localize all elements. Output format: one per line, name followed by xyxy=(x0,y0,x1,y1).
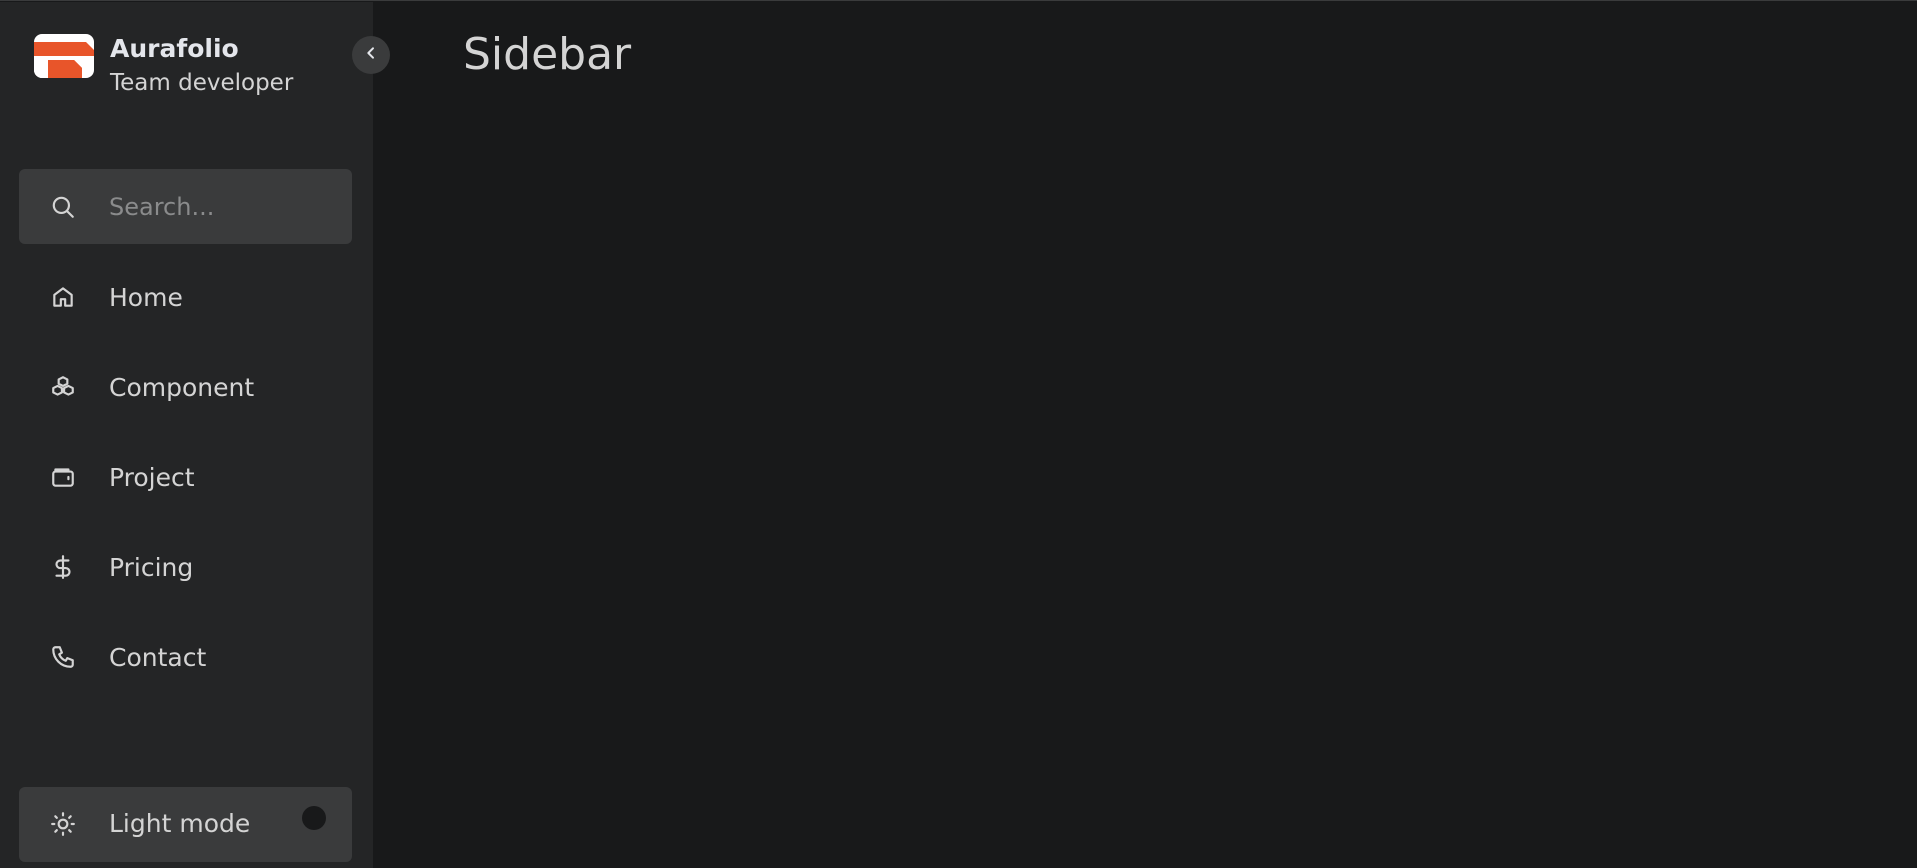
sidebar-item-pricing[interactable]: Pricing xyxy=(19,522,352,612)
brand-subtitle: Team developer xyxy=(110,70,294,96)
phone-icon xyxy=(50,644,76,670)
chevron-left-icon xyxy=(363,45,379,65)
sidebar-item-contact[interactable]: Contact xyxy=(19,612,352,702)
light-mode-toggle[interactable]: Light mode xyxy=(19,787,352,862)
mode-switch-knob xyxy=(302,806,326,830)
brand-name: Aurafolio xyxy=(110,34,239,63)
search-input[interactable] xyxy=(109,187,339,227)
collapse-sidebar-button[interactable] xyxy=(352,36,390,74)
home-icon xyxy=(50,284,76,310)
sidebar-item-label: Pricing xyxy=(109,552,194,582)
sidebar: Aurafolio Team developer Home xyxy=(0,2,373,868)
light-mode-label: Light mode xyxy=(109,809,251,838)
sidebar-item-label: Project xyxy=(109,462,195,492)
sidebar-item-label: Home xyxy=(109,282,183,312)
sidebar-item-home[interactable]: Home xyxy=(19,252,352,342)
search-icon xyxy=(50,194,76,224)
sidebar-item-component[interactable]: Component xyxy=(19,342,352,432)
page-title: Sidebar xyxy=(463,29,632,80)
component-icon xyxy=(50,374,76,400)
dollar-icon xyxy=(50,554,76,580)
wallet-icon xyxy=(50,464,76,490)
sidebar-nav: Home Component Project Pricing Contact xyxy=(19,252,352,702)
sidebar-item-label: Contact xyxy=(109,642,207,672)
sun-icon xyxy=(50,811,76,841)
sidebar-item-project[interactable]: Project xyxy=(19,432,352,522)
sidebar-item-label: Component xyxy=(109,372,255,402)
brand-logo xyxy=(34,34,94,78)
brand: Aurafolio Team developer xyxy=(34,33,293,98)
app-window: Aurafolio Team developer Home xyxy=(0,0,1917,868)
search-box[interactable] xyxy=(19,169,352,244)
